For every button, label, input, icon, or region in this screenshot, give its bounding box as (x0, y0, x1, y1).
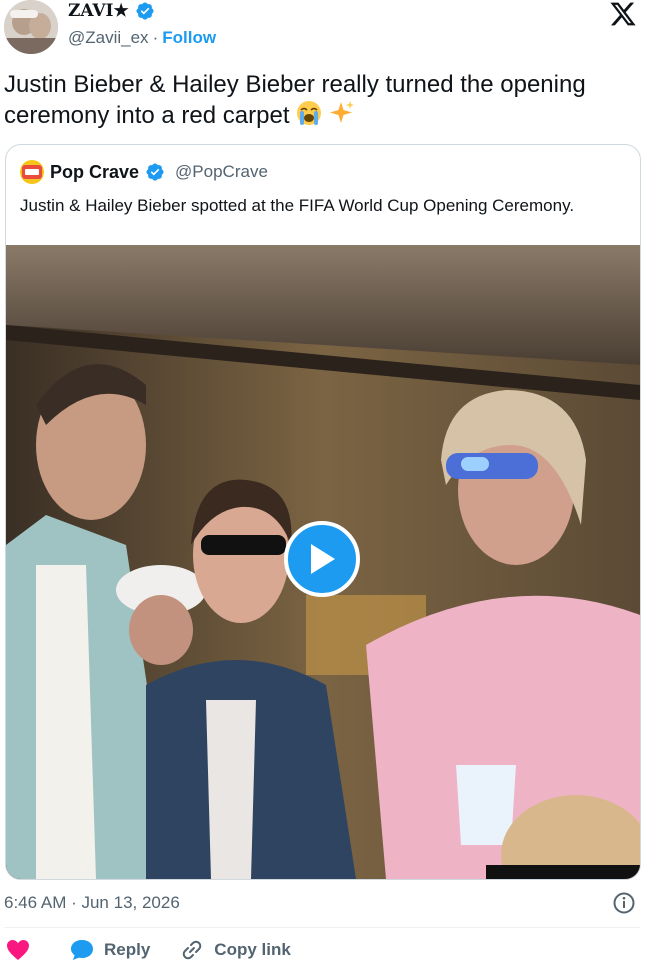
avatar-photo (4, 0, 58, 54)
author-handle-row: @Zavii_ex · Follow (68, 28, 216, 48)
pop-crave-logo-icon (22, 165, 42, 179)
tweet-timestamp[interactable]: 6:46 AM · Jun 13, 2026 (4, 893, 180, 913)
author-name-row: ZAVI★ (68, 0, 155, 22)
author-display-name[interactable]: ZAVI★ (68, 1, 129, 21)
tweet-body: Justin Bieber & Hailey Bieber really tur… (4, 71, 586, 129)
action-bar: Reply Copy link (6, 939, 291, 961)
quoted-verified-badge-icon (146, 163, 164, 181)
video-player[interactable] (6, 245, 640, 879)
separator-dot: · (152, 28, 159, 47)
sparkles-emoji-icon (329, 101, 354, 123)
pop-crave-avatar[interactable] (20, 160, 44, 184)
info-icon[interactable] (612, 891, 636, 915)
reply-button[interactable]: Reply (70, 939, 150, 961)
link-icon (183, 940, 202, 960)
footer-divider (4, 927, 640, 928)
x-logo-icon[interactable] (608, 0, 638, 28)
author-handle[interactable]: @Zavii_ex (68, 28, 149, 48)
verified-badge-icon (136, 2, 154, 20)
quoted-text: Justin & Hailey Bieber spotted at the FI… (20, 196, 575, 215)
author-avatar[interactable] (4, 0, 58, 54)
loudly-crying-face-emoji-icon (297, 101, 322, 125)
play-icon (311, 544, 335, 574)
copy-link-button[interactable]: Copy link (180, 939, 291, 961)
reply-label: Reply (104, 940, 151, 959)
quoted-header: Pop Crave @PopCrave (20, 159, 268, 185)
follow-button[interactable]: Follow (162, 28, 216, 48)
tweet-text: Justin Bieber & Hailey Bieber really tur… (4, 70, 634, 131)
play-button[interactable] (284, 521, 360, 597)
copy-link-label: Copy link (214, 940, 291, 959)
quoted-handle[interactable]: @PopCrave (175, 162, 268, 182)
heart-icon[interactable] (6, 939, 30, 961)
quoted-display-name[interactable]: Pop Crave (50, 162, 139, 183)
quoted-tweet-card[interactable]: Pop Crave @PopCrave Justin & Hailey Bieb… (5, 144, 641, 880)
reply-bubble-icon (71, 940, 93, 960)
